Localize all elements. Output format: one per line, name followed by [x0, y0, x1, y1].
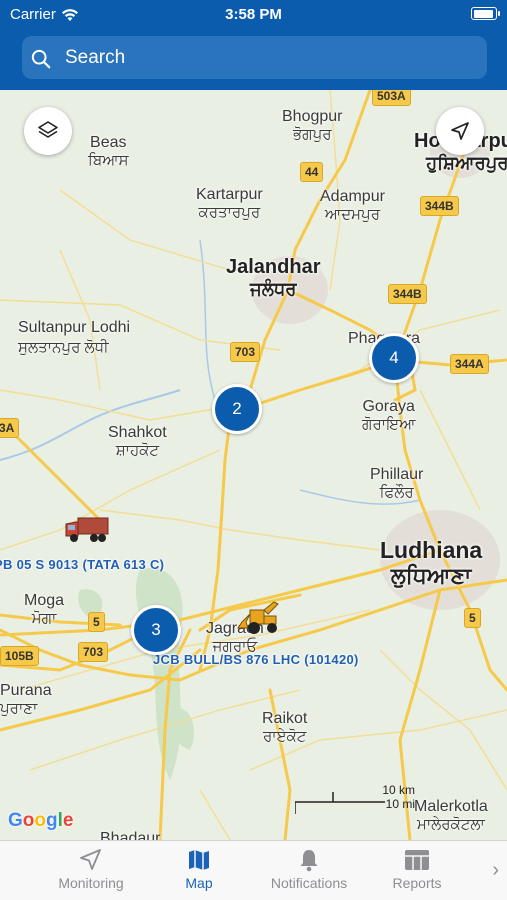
- truck-marker[interactable]: [64, 514, 110, 549]
- map-view[interactable]: Beasਬਿਆਸ Bhogpurਭੋਗਪੁਰ Hoshiarpurਹੁਸ਼ਿਆਰ…: [0, 90, 507, 840]
- search-icon: [31, 48, 51, 68]
- location-arrow-icon: [451, 122, 469, 140]
- search-placeholder[interactable]: Search: [65, 47, 125, 69]
- tab-monitoring[interactable]: Monitoring: [36, 845, 146, 891]
- locate-me-button[interactable]: [436, 107, 484, 155]
- highway-shield: 503A: [372, 90, 411, 106]
- place-label: Malerkotla ਮਾਲੇਰਕੋਟਲਾ: [414, 798, 488, 833]
- vehicle-label[interactable]: PB 05 S 9013 (TATA 613 C): [0, 557, 164, 572]
- place-label: Jalandhar ਜਲੰਧਰ: [226, 256, 321, 299]
- tab-label: Notifications: [270, 875, 348, 891]
- status-bar: Carrier 3:58 PM: [0, 0, 507, 28]
- place-label: Phillaur ਫਿਲੌਰ: [370, 466, 424, 501]
- loader-icon: [237, 601, 279, 634]
- place-label: Shahkot ਸ਼ਾਹਕੋਟ: [108, 424, 167, 459]
- highway-shield: 344A: [450, 354, 489, 374]
- navigation-arrow-icon: [80, 849, 101, 870]
- tab-label: Reports: [392, 875, 442, 891]
- place-label: Beas ਬਿਆਸ: [88, 134, 129, 169]
- highway-shield: 5: [464, 608, 481, 628]
- highway-shield: 44: [300, 162, 324, 182]
- highway-shield: 703: [230, 342, 261, 362]
- tab-map[interactable]: Map: [144, 845, 254, 891]
- layers-icon: [38, 121, 58, 138]
- vehicle-label[interactable]: JCB BULL/BS 876 LHC (101420): [153, 652, 359, 667]
- layers-button[interactable]: [24, 107, 72, 155]
- status-time: 3:58 PM: [225, 6, 282, 23]
- vehicle-cluster[interactable]: 4: [369, 333, 419, 383]
- highway-shield: 344B: [388, 284, 427, 304]
- tab-label: Monitoring: [58, 875, 124, 891]
- battery-icon: [471, 7, 500, 20]
- place-label: Moga ਮੋਗਾ: [24, 592, 65, 627]
- highway-shield: 3A: [0, 418, 20, 438]
- tab-reports[interactable]: Reports: [362, 845, 472, 891]
- vehicle-cluster[interactable]: 3: [131, 605, 181, 655]
- map-scale: 10 km 10 mi: [295, 783, 415, 816]
- scale-mi: 10 mi: [385, 797, 415, 811]
- app-header: Carrier 3:58 PM Search: [0, 0, 507, 90]
- place-label: Bhogpur ਭੋਗਪੁਰ: [282, 108, 343, 143]
- place-label: Kartarpur ਕਰਤਾਰਪੁਰ: [196, 186, 263, 221]
- highway-shield: 703: [78, 642, 109, 662]
- bell-icon: [300, 850, 318, 872]
- highway-shield: 5: [88, 612, 105, 632]
- tab-bar: Monitoring Map Notifications Reports ›: [0, 840, 507, 900]
- tab-label: Map: [185, 875, 213, 891]
- tab-notifications[interactable]: Notifications: [254, 845, 364, 891]
- place-label: Raikot ਰਾਏਕੋਟ: [262, 710, 308, 745]
- truck-icon: [65, 517, 109, 542]
- scale-km: 10 km: [382, 783, 415, 797]
- place-label: Sultanpur Lodhi ਸੁਲਤਾਨਪੁਰ ਲੋਧੀ: [18, 319, 131, 356]
- loader-marker[interactable]: [236, 600, 282, 641]
- place-label: Ludhiana ਲੁਧਿਆਣਾ: [380, 537, 483, 589]
- search-bar[interactable]: Search: [22, 36, 487, 79]
- chevron-right-icon[interactable]: ›: [492, 859, 499, 882]
- map-icon: [189, 850, 209, 870]
- place-label: Bhadaur: [100, 830, 161, 840]
- place-label: Purana ਪੁਰਾਣਾ: [0, 682, 52, 717]
- place-label: Goraya ਗੋਰਾਇਆ: [362, 398, 416, 433]
- vehicle-cluster[interactable]: 2: [212, 384, 262, 434]
- highway-shield: 344B: [420, 196, 459, 216]
- reports-icon: [405, 850, 429, 870]
- place-label: Adampur ਆਦਮਪੁਰ: [320, 188, 385, 223]
- google-logo: Google: [8, 810, 74, 831]
- highway-shield: 105B: [0, 646, 39, 666]
